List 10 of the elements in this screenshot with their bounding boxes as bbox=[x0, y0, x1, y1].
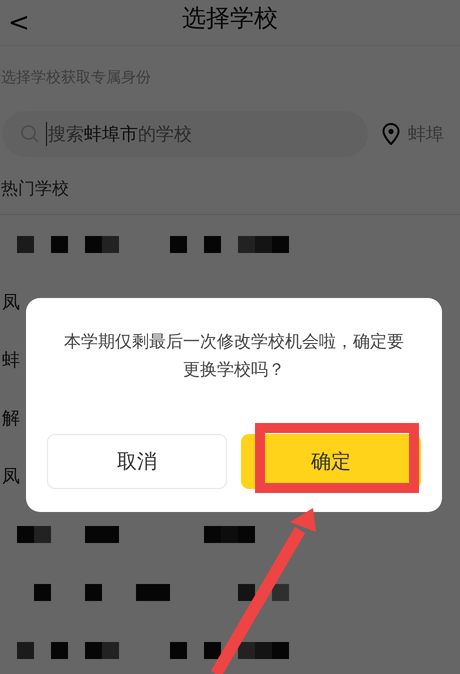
location-pin-icon bbox=[382, 123, 400, 145]
school-name[interactable]: 凤 bbox=[2, 464, 20, 488]
section-title: 热门学校 bbox=[1, 178, 69, 200]
dialog-message: 本学期仅剩最后一次修改学校机会啦，确定要更换学校吗？ bbox=[63, 331, 405, 382]
school-name[interactable]: 蚌 bbox=[2, 348, 20, 372]
back-button[interactable]: < bbox=[0, 10, 30, 36]
cancel-button[interactable]: 取消 bbox=[47, 434, 227, 489]
page-title: 选择学校 bbox=[182, 3, 278, 34]
school-name[interactable]: 解 bbox=[2, 406, 20, 430]
school-name[interactable]: 凤 bbox=[2, 290, 20, 314]
